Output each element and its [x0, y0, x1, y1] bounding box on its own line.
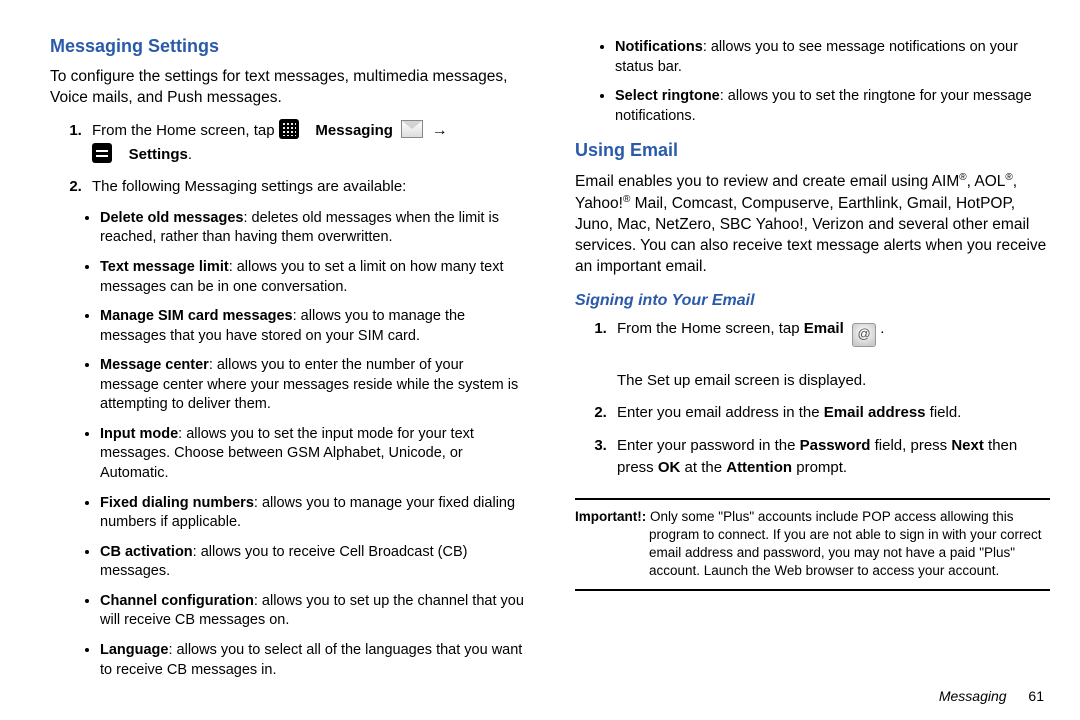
- apps-grid-icon: [279, 119, 299, 139]
- important-note: Important!: Only some "Plus" accounts in…: [575, 498, 1050, 591]
- bullet-language: Language: allows you to select all of th…: [100, 641, 525, 680]
- bullet-manage-sim: Manage SIM card messages: allows you to …: [100, 307, 525, 346]
- bullet-fixed-dialing: Fixed dialing numbers: allows you to man…: [100, 494, 525, 533]
- bullet-delete-old: Delete old messages: deletes old message…: [100, 209, 525, 248]
- page-footer: Messaging 61: [939, 688, 1044, 704]
- subheading-signing-in: Signing into Your Email: [575, 292, 1050, 310]
- bullet-input-mode: Input mode: allows you to set the input …: [100, 425, 525, 484]
- heading-messaging-settings: Messaging Settings: [50, 36, 525, 57]
- bullet-notifications: Notifications: allows you to see message…: [615, 38, 1050, 77]
- heading-using-email: Using Email: [575, 140, 1050, 161]
- bullet-select-ringtone: Select ringtone: allows you to set the r…: [615, 87, 1050, 126]
- footer-page-number: 61: [1028, 688, 1044, 704]
- bullet-text-limit: Text message limit: allows you to set a …: [100, 258, 525, 297]
- email-at-icon: @: [852, 323, 876, 347]
- left-column: Messaging Settings To configure the sett…: [50, 36, 525, 644]
- messaging-envelope-icon: [401, 120, 423, 138]
- continued-bullets: Notifications: allows you to see message…: [575, 38, 1050, 126]
- email-intro: Email enables you to review and create e…: [575, 171, 1050, 278]
- email-step-3: Enter your password in the Password fiel…: [611, 435, 1050, 480]
- bullet-message-center: Message center: allows you to enter the …: [100, 356, 525, 415]
- steps-list-email: From the Home screen, tap Email @ . The …: [575, 318, 1050, 480]
- email-step-1: From the Home screen, tap Email @ . The …: [611, 318, 1050, 392]
- email-step-2: Enter you email address in the Email add…: [611, 402, 1050, 425]
- step-1: From the Home screen, tap Messaging → Se…: [86, 119, 525, 167]
- settings-bullets: Delete old messages: deletes old message…: [50, 209, 525, 680]
- bullet-channel-config: Channel configuration: allows you to set…: [100, 592, 525, 631]
- menu-icon: [92, 143, 112, 163]
- right-column: Notifications: allows you to see message…: [575, 36, 1050, 644]
- step-2: The following Messaging settings are ava…: [86, 176, 525, 199]
- arrow-icon: →: [432, 122, 448, 139]
- intro-text: To configure the settings for text messa…: [50, 67, 525, 109]
- steps-list-left: From the Home screen, tap Messaging → Se…: [50, 119, 525, 199]
- footer-section: Messaging: [939, 688, 1007, 704]
- bullet-cb-activation: CB activation: allows you to receive Cel…: [100, 543, 525, 582]
